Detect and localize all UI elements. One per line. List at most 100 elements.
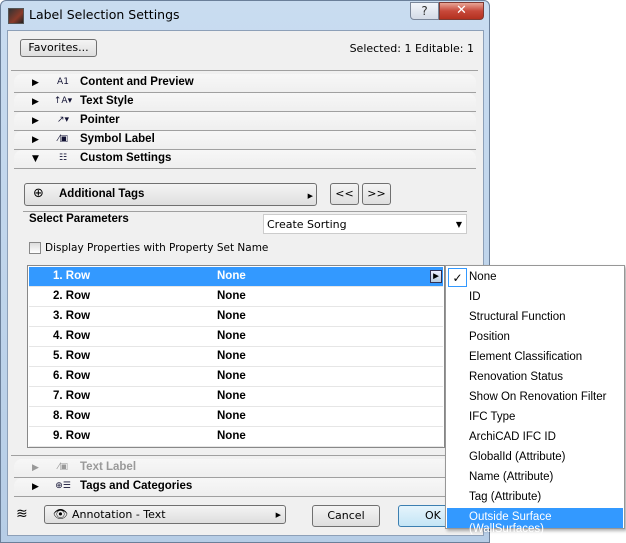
menu-item[interactable]: Position: [447, 328, 623, 348]
close-button[interactable]: ✕: [439, 2, 484, 20]
row-value: None: [217, 290, 246, 302]
row-value: None: [217, 330, 246, 342]
menu-item-label: Structural Function: [469, 311, 566, 323]
row-name: 1. Row: [53, 270, 91, 282]
row-name: 8. Row: [53, 410, 91, 422]
menu-item-label: ArchiCAD IFC ID: [469, 431, 556, 443]
sorting-value: Create Sorting: [267, 218, 347, 231]
row-name: 7. Row: [53, 390, 91, 402]
triangle-right-icon: ▶: [32, 78, 39, 88]
menu-item[interactable]: Tag (Attribute): [447, 488, 623, 508]
section-label: Symbol Label: [80, 133, 155, 145]
display-properties-checkbox[interactable]: [29, 242, 41, 254]
row-value: None: [217, 310, 246, 322]
select-parameters-label: Select Parameters: [29, 213, 129, 225]
row-value: None: [217, 270, 246, 282]
menu-item[interactable]: Show On Renovation Filter: [447, 388, 623, 408]
row-menu-button[interactable]: ▶: [430, 270, 442, 283]
section-tags-and-categories[interactable]: ▶ ⊕☰ Tags and Categories: [14, 478, 476, 497]
table-row[interactable]: 8. Row None: [29, 407, 443, 427]
table-row[interactable]: 9. Row None: [29, 427, 443, 447]
table-row[interactable]: 2. Row None: [29, 287, 443, 307]
section-label: Text Style: [80, 95, 134, 107]
menu-item[interactable]: ArchiCAD IFC ID: [447, 428, 623, 448]
help-button[interactable]: ?: [410, 2, 439, 20]
custom-rows-table: 1. Row None ▶ 2. Row None 3. Row None 4. Row Non…: [27, 265, 445, 448]
row-value: None: [217, 370, 246, 382]
menu-item[interactable]: None: [447, 268, 623, 288]
previous-button[interactable]: <<: [330, 183, 359, 205]
section-label: Pointer: [80, 114, 120, 126]
section-icon: ⊕☰: [55, 481, 71, 491]
menu-item[interactable]: Element Classification: [447, 348, 623, 368]
row-name: 6. Row: [53, 370, 91, 382]
additional-tags-button[interactable]: ⊕ Additional Tags ▶: [24, 183, 317, 206]
add-tag-icon: ⊕: [33, 186, 44, 201]
eye-icon: 👁: [53, 507, 69, 521]
table-row[interactable]: 1. Row None ▶: [29, 267, 443, 287]
menu-item-label: Show On Renovation Filter: [469, 391, 607, 403]
menu-item[interactable]: GlobalId (Attribute): [447, 448, 623, 468]
menu-item[interactable]: ID: [447, 288, 623, 308]
next-button[interactable]: >>: [362, 183, 391, 205]
submenu-arrow-icon: ▶: [307, 192, 313, 200]
section-pointer[interactable]: ▶ ↗▾ Pointer: [14, 112, 476, 131]
parameter-menu: None ID Structural Function Position Element…: [445, 265, 625, 535]
section-text-label: ▶ ⁄▣ Text Label: [14, 459, 476, 478]
additional-tags-label: Additional Tags: [59, 188, 145, 200]
chevron-down-icon: ▼: [455, 220, 462, 229]
window-title: Label Selection Settings: [29, 7, 180, 22]
section-label: Text Label: [80, 461, 137, 473]
menu-item[interactable]: Name (Attribute): [447, 468, 623, 488]
section-icon: ↗▾: [56, 115, 70, 125]
section-label: Tags and Categories: [80, 480, 193, 492]
cancel-button[interactable]: Cancel: [312, 505, 380, 527]
section-content-and-preview[interactable]: ▶ A1 Content and Preview: [14, 74, 476, 93]
section-label: Content and Preview: [80, 76, 194, 88]
row-name: 4. Row: [53, 330, 91, 342]
row-name: 9. Row: [53, 430, 91, 442]
section-custom-settings[interactable]: ▼ ☷ Custom Settings: [14, 150, 476, 169]
table-row[interactable]: 5. Row None: [29, 347, 443, 367]
row-name: 3. Row: [53, 310, 91, 322]
row-name: 5. Row: [53, 350, 91, 362]
triangle-right-icon: ▶: [32, 97, 39, 107]
selection-status: Selected: 1 Editable: 1: [349, 42, 474, 55]
triangle-down-icon: ▼: [32, 154, 39, 164]
sorting-dropdown[interactable]: Create Sorting ▼: [263, 214, 467, 234]
table-row[interactable]: 4. Row None: [29, 327, 443, 347]
menu-item-label: GlobalId (Attribute): [469, 451, 566, 463]
row-value: None: [217, 410, 246, 422]
layer-icon: ≋: [16, 506, 28, 522]
triangle-right-icon: ▶: [32, 135, 39, 145]
display-properties-label: Display Properties with Property Set Nam…: [45, 242, 269, 254]
table-row[interactable]: 7. Row None: [29, 387, 443, 407]
section-symbol-label[interactable]: ▶ ⁄▣ Symbol Label: [14, 131, 476, 150]
section-text-style[interactable]: ▶ ↑A▾ Text Style: [14, 93, 476, 112]
menu-item-label: Element Classification: [469, 351, 583, 363]
layer-dropdown[interactable]: 👁 Annotation - Text ▶: [44, 505, 286, 524]
section-icon: ⁄▣: [57, 462, 68, 472]
section-label: Custom Settings: [80, 152, 172, 164]
menu-item[interactable]: Structural Function: [447, 308, 623, 328]
row-value: None: [217, 430, 246, 442]
menu-item-label: Renovation Status: [469, 371, 563, 383]
table-row[interactable]: 3. Row None: [29, 307, 443, 327]
row-value: None: [217, 390, 246, 402]
triangle-right-icon: ▶: [32, 463, 39, 473]
favorites-button[interactable]: Favorites...: [20, 39, 97, 57]
checkmark-icon: ✓: [448, 268, 467, 287]
triangle-right-icon: ▶: [32, 482, 39, 492]
menu-item[interactable]: Outside Surface (WallSurfaces): [447, 508, 623, 535]
menu-item-label: Tag (Attribute): [469, 491, 542, 503]
menu-item[interactable]: IFC Type: [447, 408, 623, 428]
menu-item-label: Position: [469, 331, 510, 343]
archicad-app-icon: [8, 8, 24, 24]
submenu-arrow-icon: ▶: [275, 511, 281, 519]
section-icon: A1: [57, 77, 69, 87]
table-row[interactable]: 6. Row None: [29, 367, 443, 387]
menu-item-label: Outside Surface (WallSurfaces): [469, 511, 552, 535]
layer-value: Annotation - Text: [72, 508, 166, 521]
menu-item-label: ID: [469, 291, 481, 303]
menu-item[interactable]: Renovation Status: [447, 368, 623, 388]
